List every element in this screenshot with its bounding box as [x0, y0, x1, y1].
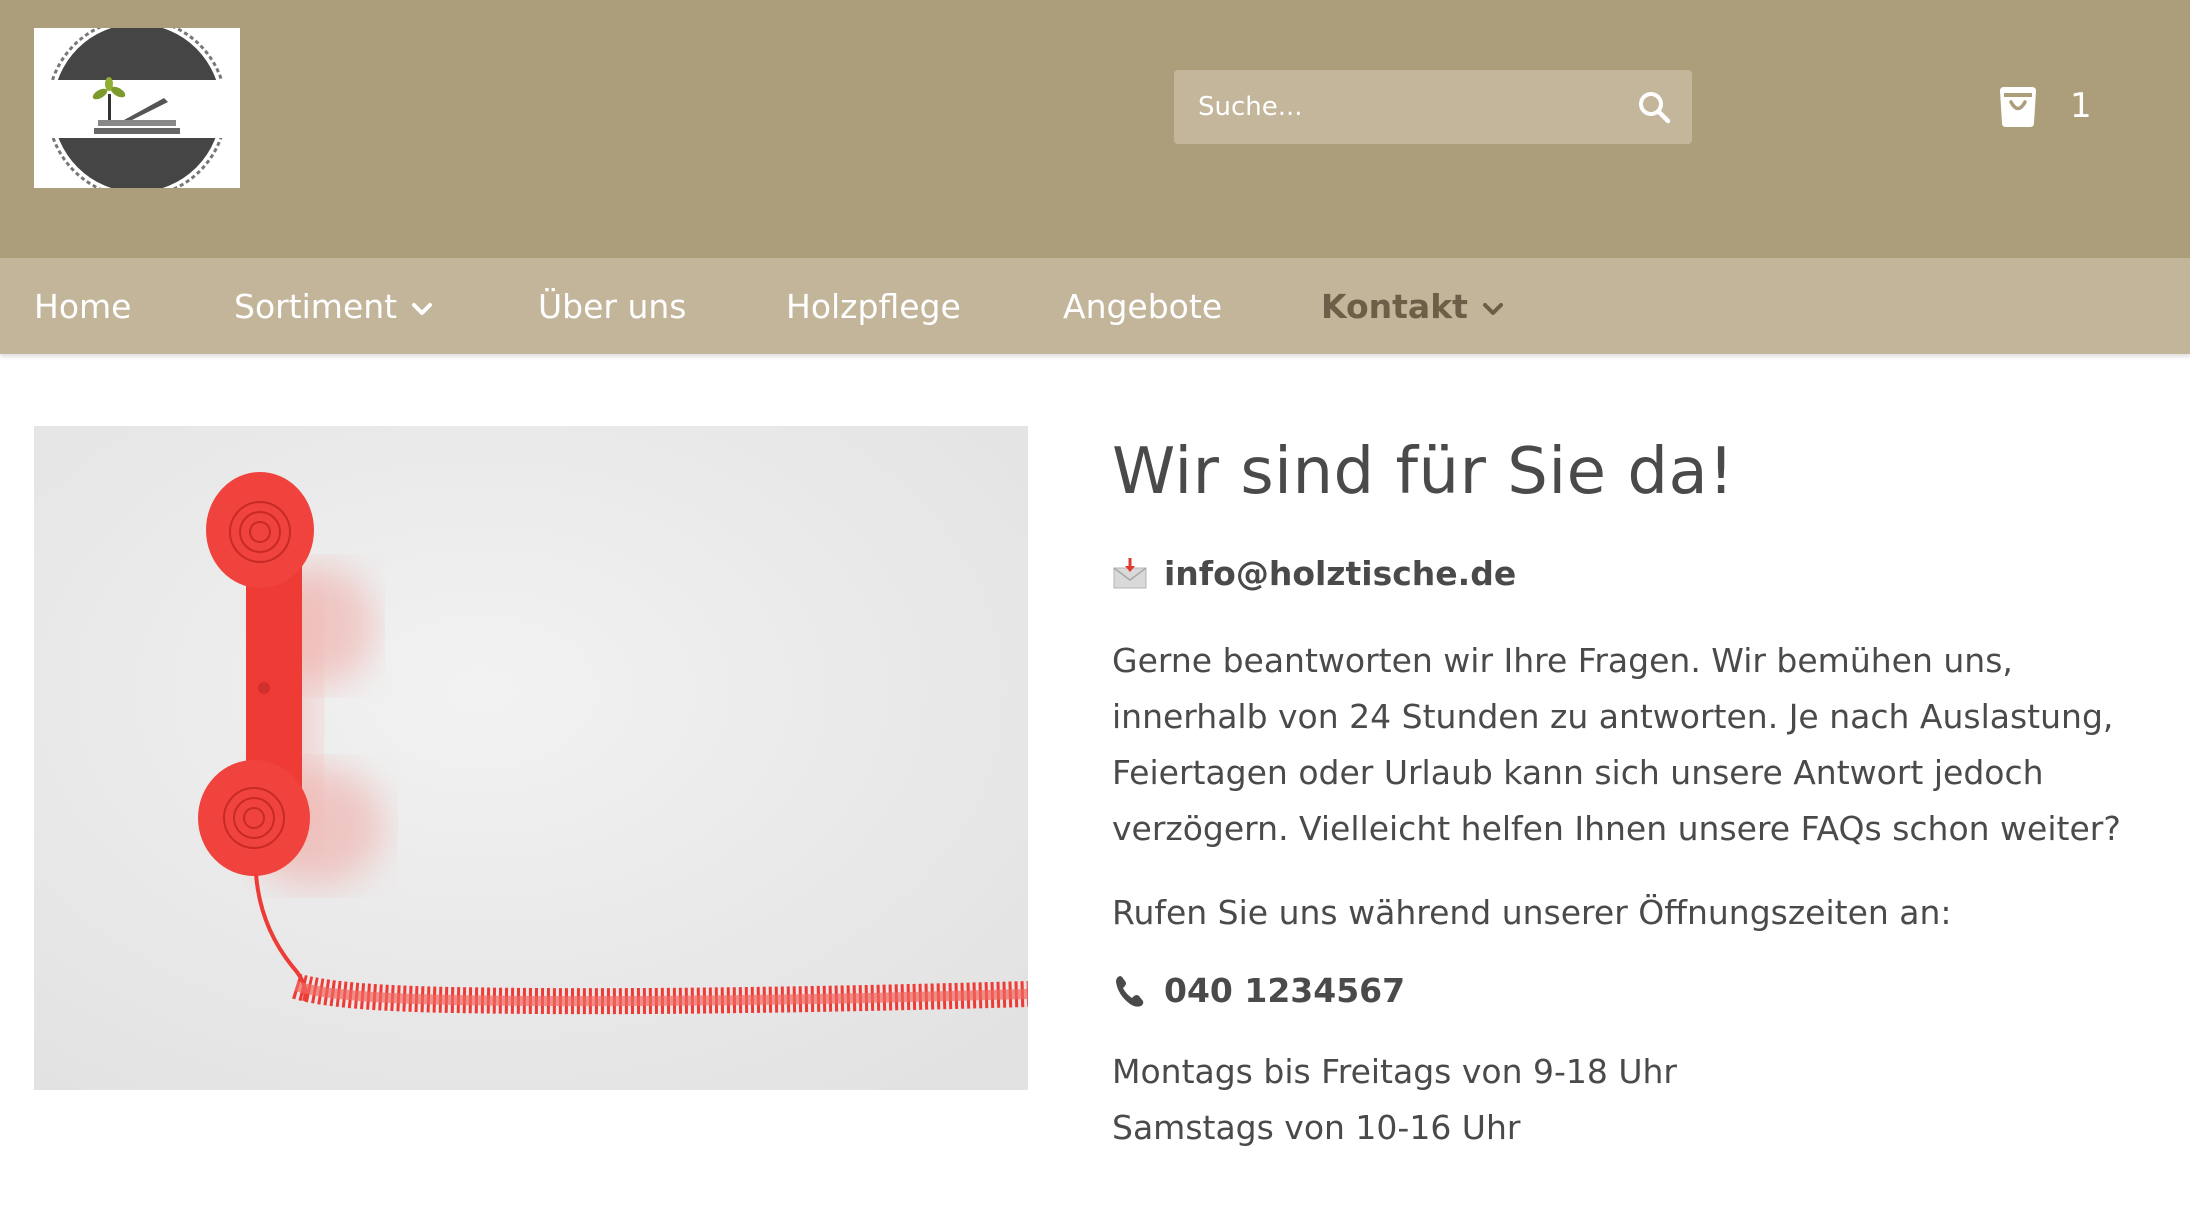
search-button[interactable] [1636, 89, 1672, 125]
phone-line: 040 1234567 [1112, 971, 2162, 1010]
nav-item-label: Sortiment [234, 286, 398, 326]
contact-hero-image [34, 426, 1028, 1090]
logo-emblem-icon [34, 28, 240, 188]
search-bar [1174, 70, 1692, 144]
site-logo[interactable] [34, 28, 240, 188]
cart-count: 1 [2070, 86, 2092, 126]
nav-item-ueber-uns[interactable]: Über uns [538, 258, 686, 354]
contact-section: Wir sind für Sie da! info@holztische.de … [1112, 430, 2162, 1156]
hours-line-saturday: Samstags von 10-16 Uhr [1112, 1108, 1521, 1147]
cart-button[interactable]: 1 [1996, 76, 2092, 136]
main-nav: Home Sortiment Über uns Holzpflege Angeb… [0, 258, 2190, 354]
opening-hours: Montags bis Freitags von 9-18 Uhr Samsta… [1112, 1044, 2162, 1156]
search-input[interactable] [1174, 70, 1614, 144]
phone-icon [1116, 975, 1144, 1007]
shopping-bag-icon [2000, 87, 2036, 127]
site-header: 1 [0, 0, 2190, 258]
phone-number[interactable]: 040 1234567 [1164, 971, 1405, 1010]
nav-item-sortiment[interactable]: Sortiment [234, 258, 433, 354]
nav-item-angebote[interactable]: Angebote [1063, 258, 1222, 354]
chevron-down-icon [1482, 303, 1503, 315]
search-icon [1639, 92, 1671, 124]
intro-text: Gerne beantworten wir Ihre Fragen. Wir b… [1112, 641, 2121, 848]
call-text: Rufen Sie uns während unserer Öffnungsze… [1112, 893, 1952, 932]
nav-item-label: Holzpflege [786, 286, 961, 326]
nav-item-label: Kontakt [1321, 286, 1468, 326]
nav-item-label: Angebote [1063, 286, 1223, 326]
email-line: info@holztische.de [1112, 554, 2162, 593]
envelope-icon [1113, 557, 1147, 588]
nav-item-holzpflege[interactable]: Holzpflege [786, 258, 961, 354]
nav-item-label: Über uns [538, 286, 687, 326]
email-link[interactable]: info@holztische.de [1164, 554, 1516, 593]
red-telephone-image [34, 426, 1028, 1090]
nav-item-label: Home [34, 286, 132, 326]
nav-item-home[interactable]: Home [34, 258, 131, 354]
nav-item-kontakt[interactable]: Kontakt [1321, 258, 1504, 354]
page-title: Wir sind für Sie da! [1112, 435, 1735, 509]
hours-line-weekdays: Montags bis Freitags von 9-18 Uhr [1112, 1052, 1677, 1091]
chevron-down-icon [412, 303, 433, 315]
